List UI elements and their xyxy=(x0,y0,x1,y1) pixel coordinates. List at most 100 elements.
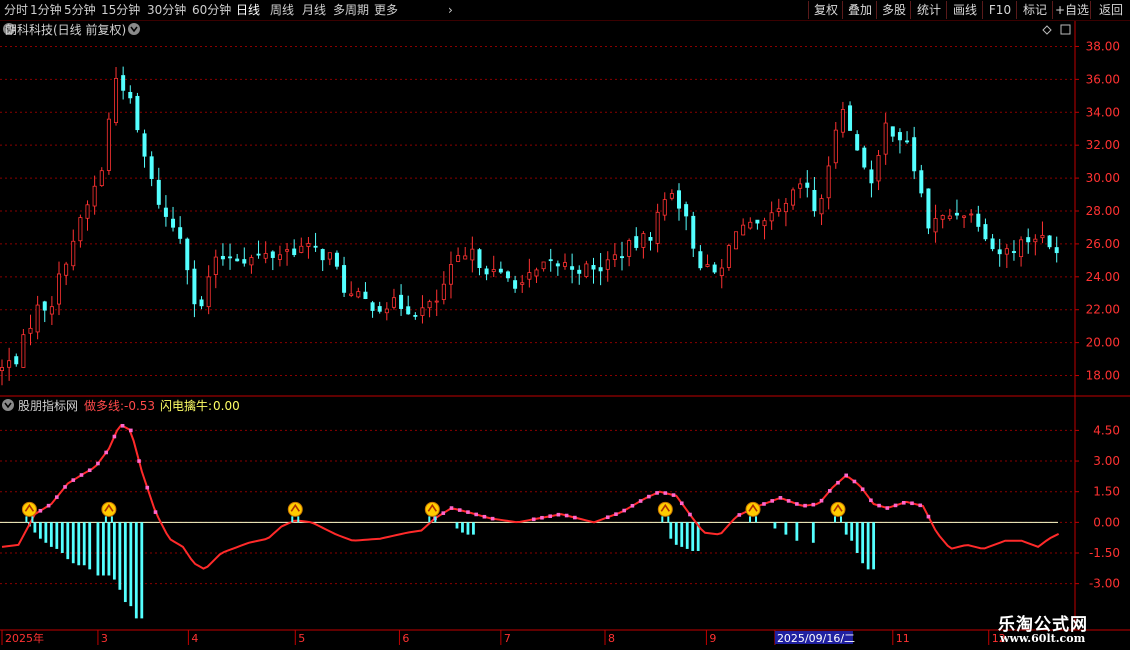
candle-body xyxy=(498,268,503,273)
x-label: 2025年 xyxy=(5,631,44,645)
bull-dot xyxy=(869,498,873,503)
candle-body xyxy=(1054,247,1059,254)
indicator-chevron-icon[interactable] xyxy=(2,399,14,411)
candle-body xyxy=(762,220,767,227)
candle-body xyxy=(541,261,546,270)
candle-body xyxy=(28,327,33,334)
candle-body xyxy=(228,256,233,259)
bull-dot xyxy=(540,515,544,520)
candle-body xyxy=(42,301,47,311)
candle-body xyxy=(220,255,225,260)
indicator-bar xyxy=(844,522,848,535)
candle-body xyxy=(1047,235,1052,248)
main-y-label: 26.00 xyxy=(1086,237,1120,251)
candle-body xyxy=(64,263,69,276)
main-y-label: 28.00 xyxy=(1086,204,1120,218)
candle-body xyxy=(677,190,682,209)
line2-value: 0.00 xyxy=(213,399,240,413)
bull-dot xyxy=(655,491,659,495)
candle-body xyxy=(21,334,26,368)
bull-dot xyxy=(811,502,816,507)
candle-body xyxy=(156,179,161,205)
candle-body xyxy=(812,189,817,212)
candle-body xyxy=(933,218,938,233)
bull-dot xyxy=(762,502,766,506)
candle-body xyxy=(755,219,760,224)
candle-body xyxy=(163,207,168,217)
candle-body xyxy=(192,268,197,305)
candle-body xyxy=(406,306,411,315)
indicator-bar xyxy=(861,522,865,564)
indicator-bar xyxy=(784,522,788,535)
watermark-url: www.60lt.com xyxy=(1000,632,1086,645)
candle-body xyxy=(413,315,418,317)
bull-dot xyxy=(836,480,840,485)
candle-body xyxy=(513,280,518,289)
bull-dot xyxy=(120,423,125,428)
x-label: 7 xyxy=(504,632,511,645)
candle-body xyxy=(448,264,453,285)
collapse-chevron-icon[interactable] xyxy=(128,23,140,35)
candle-body xyxy=(491,269,496,273)
candle-body xyxy=(399,294,404,309)
bull-dot xyxy=(112,434,117,439)
indicator-bar xyxy=(118,522,122,590)
candle-body xyxy=(791,189,796,206)
candle-body xyxy=(199,299,204,307)
candle-body xyxy=(349,293,354,296)
indicator-bar xyxy=(71,522,75,564)
indicator-bar xyxy=(811,522,815,543)
main-y-label: 34.00 xyxy=(1086,105,1120,119)
candle-body xyxy=(106,118,111,171)
candle-body xyxy=(869,169,874,184)
candle-body xyxy=(548,259,553,262)
bull-dot xyxy=(87,468,92,473)
bull-dot xyxy=(926,514,931,519)
candle-body xyxy=(805,182,810,188)
x-label: 11 xyxy=(896,632,910,645)
bull-dot xyxy=(104,450,108,455)
indicator-bar xyxy=(88,522,92,570)
bull-dot xyxy=(918,503,923,508)
candle-body xyxy=(277,254,282,260)
bull-dot xyxy=(877,503,881,508)
indicator-bar xyxy=(38,522,42,539)
bull-dot xyxy=(819,498,824,503)
candle-body xyxy=(1019,239,1024,258)
candle-body xyxy=(0,367,4,372)
candle-body xyxy=(776,208,781,212)
candle-body xyxy=(92,185,97,207)
indicator-bar xyxy=(850,522,854,541)
candle-body xyxy=(463,255,468,260)
bull-dot xyxy=(441,511,446,515)
candle-body xyxy=(584,263,589,277)
candle-body xyxy=(263,253,268,259)
panel-box-icon[interactable] xyxy=(1060,24,1071,35)
bull-dot xyxy=(852,479,857,484)
ind-y-label: 1.50 xyxy=(1093,485,1120,499)
candle-body xyxy=(299,245,304,253)
bull-dot xyxy=(786,499,791,503)
candle-body xyxy=(605,259,610,270)
bull-dot xyxy=(795,502,799,506)
bull-dot xyxy=(803,503,807,508)
candle-body xyxy=(213,256,218,275)
bull-dot xyxy=(573,515,577,520)
candle-body xyxy=(705,264,710,267)
main-y-label: 22.00 xyxy=(1086,303,1120,317)
candle-body xyxy=(826,165,831,199)
candle-body xyxy=(85,204,90,219)
candle-body xyxy=(456,255,461,262)
candle-body xyxy=(242,259,247,264)
candle-body xyxy=(256,253,261,256)
x-label: 9 xyxy=(709,632,716,645)
indicator-bar xyxy=(60,522,64,553)
main-y-label: 36.00 xyxy=(1086,72,1120,86)
indicator-bar xyxy=(66,522,70,560)
bull-dot xyxy=(55,495,59,499)
bull-dot xyxy=(548,514,552,519)
diamond-icon[interactable] xyxy=(1042,25,1052,35)
candle-body xyxy=(178,227,183,239)
bull-dot xyxy=(737,513,742,517)
bull-dot xyxy=(663,491,668,495)
